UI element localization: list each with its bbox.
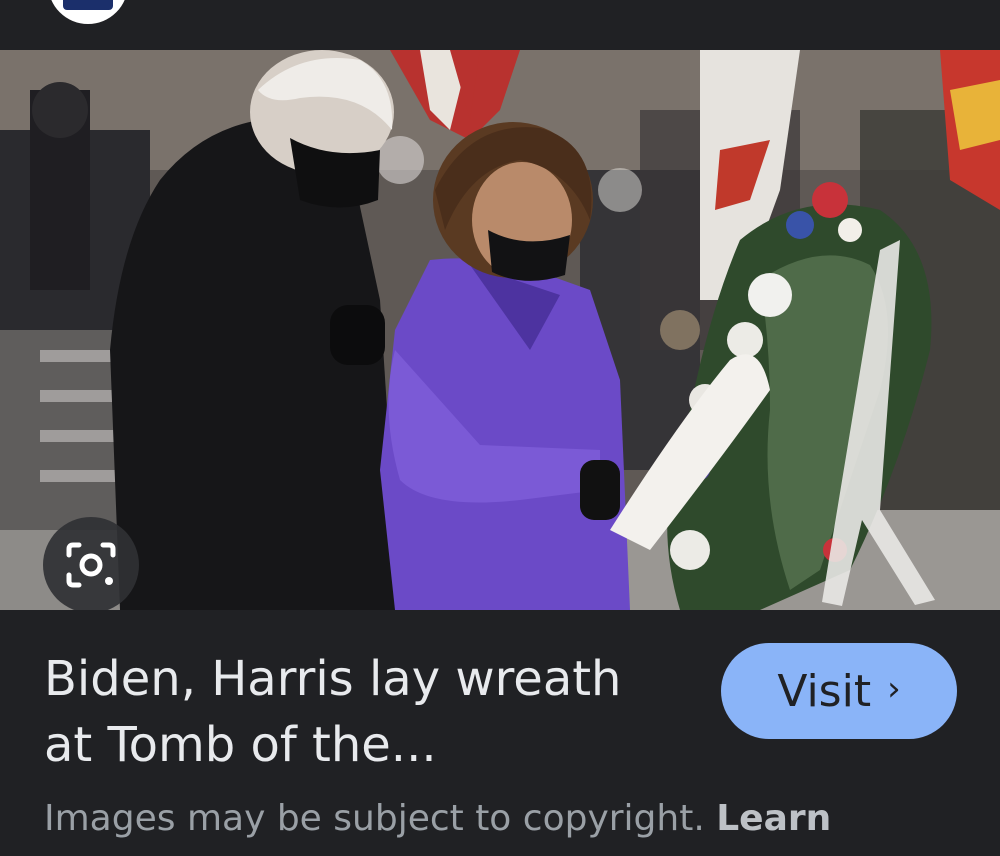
visit-button[interactable]: Visit ›	[721, 643, 957, 739]
copyright-text: Images may be subject to copyright.	[44, 798, 705, 839]
image-preview-page: Biden, Harris lay wreath at Tomb of the.…	[0, 0, 1000, 856]
source-logo-mark	[63, 0, 113, 10]
result-title[interactable]: Biden, Harris lay wreath at Tomb of the.…	[44, 646, 684, 778]
photo-illustration	[0, 50, 1000, 610]
learn-more-link[interactable]: Learn	[716, 798, 831, 839]
copyright-notice: Images may be subject to copyright. Lear…	[44, 798, 984, 839]
visit-label: Visit	[777, 665, 872, 717]
lens-camera-icon	[66, 542, 116, 588]
chevron-right-icon: ›	[887, 669, 901, 709]
preview-image[interactable]	[0, 50, 1000, 610]
source-logo-icon[interactable]	[48, 0, 128, 24]
top-bar	[0, 0, 1000, 50]
lens-search-button[interactable]	[43, 517, 139, 610]
